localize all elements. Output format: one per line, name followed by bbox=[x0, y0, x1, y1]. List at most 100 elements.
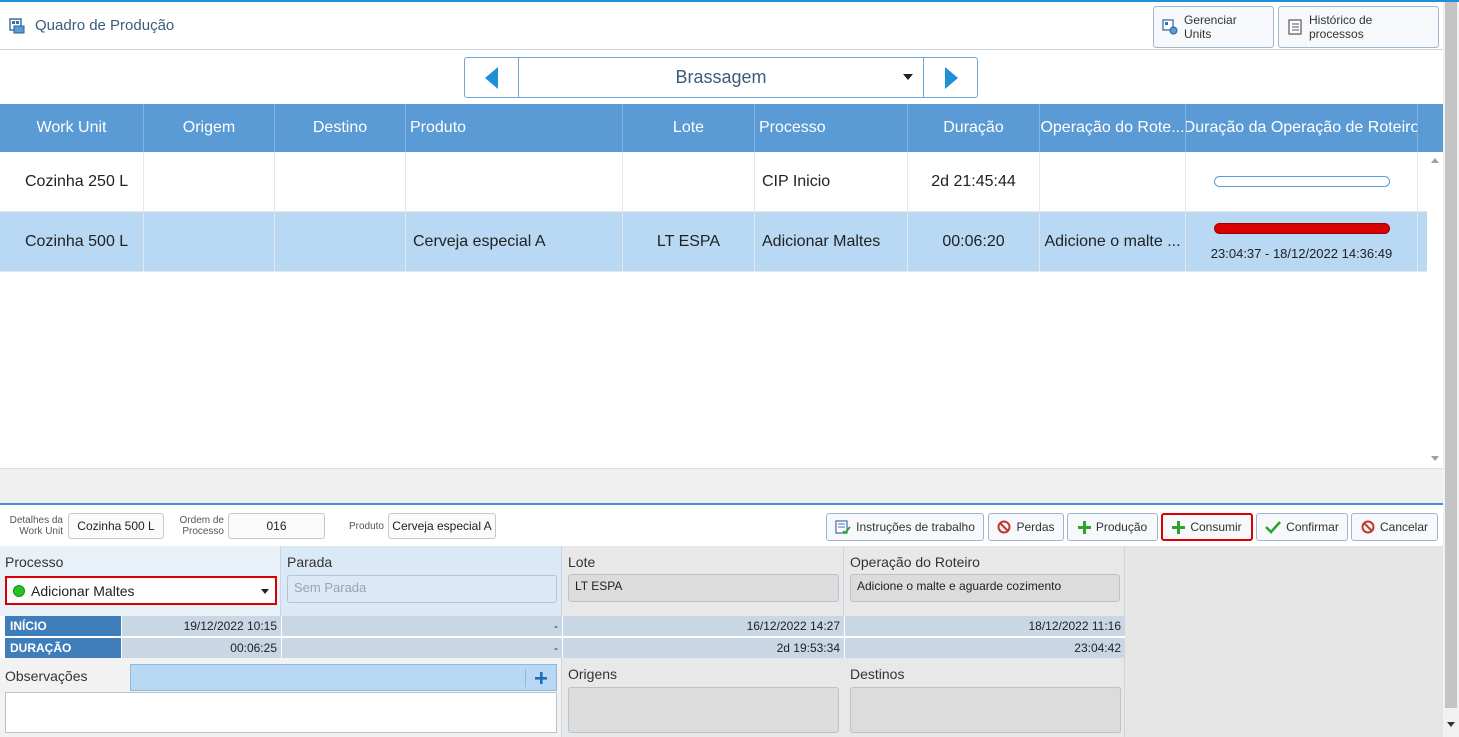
plus-icon bbox=[535, 672, 547, 684]
add-observation-button[interactable] bbox=[525, 669, 556, 687]
operation-duration-text: 23:04:37 - 18/12/2022 14:36:49 bbox=[1210, 245, 1393, 261]
duracao-label: DURAÇÃO bbox=[5, 638, 121, 658]
cell-operacao: Adicione o malte ... bbox=[1040, 212, 1186, 271]
column-header-duracao[interactable]: Duração bbox=[908, 104, 1040, 152]
origens-label: Origens bbox=[568, 666, 618, 682]
inicio-label: INÍCIO bbox=[5, 616, 121, 636]
column-header-work-unit[interactable]: Work Unit bbox=[0, 104, 144, 152]
losses-label: Perdas bbox=[1016, 520, 1055, 534]
scroll-arrows-icon bbox=[1431, 158, 1439, 461]
production-board-icon bbox=[9, 18, 25, 34]
arrow-right-icon bbox=[944, 66, 958, 89]
chevron-down-icon bbox=[903, 74, 913, 80]
process-select-value: Adicionar Maltes bbox=[31, 582, 135, 599]
page-scrollbar-thumb[interactable] bbox=[1445, 2, 1457, 708]
panel-empty-area bbox=[1125, 546, 1443, 737]
production-button[interactable]: Produção bbox=[1067, 513, 1158, 541]
plus-icon bbox=[1077, 520, 1091, 534]
cell-processo: Adicionar Maltes bbox=[755, 212, 908, 271]
destinos-label: Destinos bbox=[850, 666, 905, 682]
status-ok-icon bbox=[13, 584, 25, 597]
area-select-value: Brassagem bbox=[675, 67, 767, 87]
duracao-lote: 2d 19:53:34 bbox=[562, 638, 844, 658]
column-header-duracao-operacao[interactable]: Duração da Operação de Roteiro bbox=[1186, 104, 1418, 152]
cell-duracao-operacao: 23:04:37 - 18/12/2022 14:36:49 bbox=[1186, 212, 1418, 271]
operation-progress-bar bbox=[1213, 222, 1390, 234]
page-scrollbar[interactable] bbox=[1443, 2, 1459, 737]
cell-destino bbox=[275, 152, 406, 211]
production-grid: Work Unit Origem Destino Produto Lote Pr… bbox=[0, 104, 1443, 272]
table-row[interactable]: Cozinha 500 L Cerveja especial A LT ESPA… bbox=[0, 212, 1443, 272]
cell-duracao: 00:06:20 bbox=[908, 212, 1040, 271]
work-instructions-label: Instruções de trabalho bbox=[856, 520, 975, 534]
confirm-label: Confirmar bbox=[1286, 520, 1339, 534]
grid-scrollbar[interactable] bbox=[1427, 152, 1443, 467]
inicio-processo: 19/12/2022 10:15 bbox=[121, 616, 281, 636]
cell-duracao-operacao bbox=[1186, 152, 1418, 211]
duracao-processo: 00:06:25 bbox=[121, 638, 281, 658]
inicio-parada: - bbox=[281, 616, 562, 636]
manage-units-label: Gerenciar Units bbox=[1184, 13, 1237, 41]
confirm-button[interactable]: Confirmar bbox=[1256, 513, 1348, 541]
grid-footer bbox=[0, 468, 1443, 504]
chevron-down-icon bbox=[261, 589, 269, 594]
scroll-down-icon[interactable] bbox=[1443, 716, 1459, 732]
column-header-processo[interactable]: Processo bbox=[755, 104, 908, 152]
process-select[interactable]: Adicionar Maltes bbox=[5, 576, 277, 605]
process-history-button[interactable]: Histórico de processos bbox=[1278, 6, 1439, 48]
prohibited-icon bbox=[997, 520, 1011, 534]
duracao-parada: - bbox=[281, 638, 562, 658]
column-header-operacao[interactable]: Operação do Rote... bbox=[1040, 104, 1186, 152]
column-header-origem[interactable]: Origem bbox=[144, 104, 275, 152]
cell-origem bbox=[144, 212, 275, 271]
cell-operacao bbox=[1040, 152, 1186, 211]
column-header-destino[interactable]: Destino bbox=[275, 104, 406, 152]
work-unit-details-label: Detalhes da Work Unit bbox=[9, 515, 63, 537]
operacao-roteiro-label: Operação do Roteiro bbox=[850, 554, 980, 570]
lote-label: Lote bbox=[568, 554, 596, 570]
units-icon bbox=[1162, 19, 1178, 35]
observacoes-label: Observações bbox=[5, 668, 88, 684]
work-unit-value: Cozinha 500 L bbox=[68, 513, 164, 539]
parada-select[interactable]: Sem Parada bbox=[287, 575, 557, 603]
processo-label: Processo bbox=[5, 554, 64, 570]
inicio-operacao: 18/12/2022 11:16 bbox=[844, 616, 1125, 636]
losses-button[interactable]: Perdas bbox=[988, 513, 1064, 541]
area-navigator: Brassagem bbox=[464, 57, 978, 98]
cell-lote: LT ESPA bbox=[623, 212, 755, 271]
cell-destino bbox=[275, 212, 406, 271]
operacao-field: Adicione o malte e aguarde cozimento bbox=[850, 574, 1120, 602]
cancel-button[interactable]: Cancelar bbox=[1351, 513, 1438, 541]
cell-origem bbox=[144, 152, 275, 211]
panel-separator bbox=[0, 503, 1443, 505]
instructions-icon bbox=[835, 520, 851, 535]
consume-label: Consumir bbox=[1190, 520, 1242, 534]
cell-duracao: 2d 21:45:44 bbox=[908, 152, 1040, 211]
cell-processo: CIP Inicio bbox=[755, 152, 908, 211]
observacoes-textarea[interactable] bbox=[5, 692, 557, 733]
next-area-button[interactable] bbox=[923, 58, 977, 97]
manage-units-button[interactable]: Gerenciar Units bbox=[1153, 6, 1274, 48]
column-header-produto[interactable]: Produto bbox=[406, 104, 623, 152]
work-instructions-button[interactable]: Instruções de trabalho bbox=[826, 513, 984, 541]
process-history-label: Histórico de processos bbox=[1309, 13, 1373, 41]
product-value: Cerveja especial A bbox=[388, 513, 496, 539]
cell-produto bbox=[406, 152, 623, 211]
consume-button[interactable]: Consumir bbox=[1161, 513, 1253, 541]
parada-label: Parada bbox=[287, 554, 333, 570]
inicio-lote: 16/12/2022 14:27 bbox=[562, 616, 844, 636]
duracao-operacao: 23:04:42 bbox=[844, 638, 1125, 658]
area-select[interactable]: Brassagem bbox=[519, 58, 923, 97]
previous-area-button[interactable] bbox=[465, 58, 519, 97]
observacoes-toolbar bbox=[130, 664, 557, 691]
table-row[interactable]: Cozinha 250 L CIP Inicio 2d 21:45:44 bbox=[0, 152, 1443, 212]
cancel-label: Cancelar bbox=[1379, 520, 1429, 534]
cell-produto: Cerveja especial A bbox=[406, 212, 623, 271]
column-header-lote[interactable]: Lote bbox=[623, 104, 755, 152]
inicio-row: INÍCIO 19/12/2022 10:15 - 16/12/2022 14:… bbox=[5, 616, 1125, 636]
grid-header: Work Unit Origem Destino Produto Lote Pr… bbox=[0, 104, 1443, 152]
lote-field: LT ESPA bbox=[568, 574, 839, 602]
cell-work-unit: Cozinha 500 L bbox=[0, 212, 144, 271]
history-list-icon bbox=[1288, 19, 1302, 35]
product-label: Produto bbox=[348, 521, 384, 532]
